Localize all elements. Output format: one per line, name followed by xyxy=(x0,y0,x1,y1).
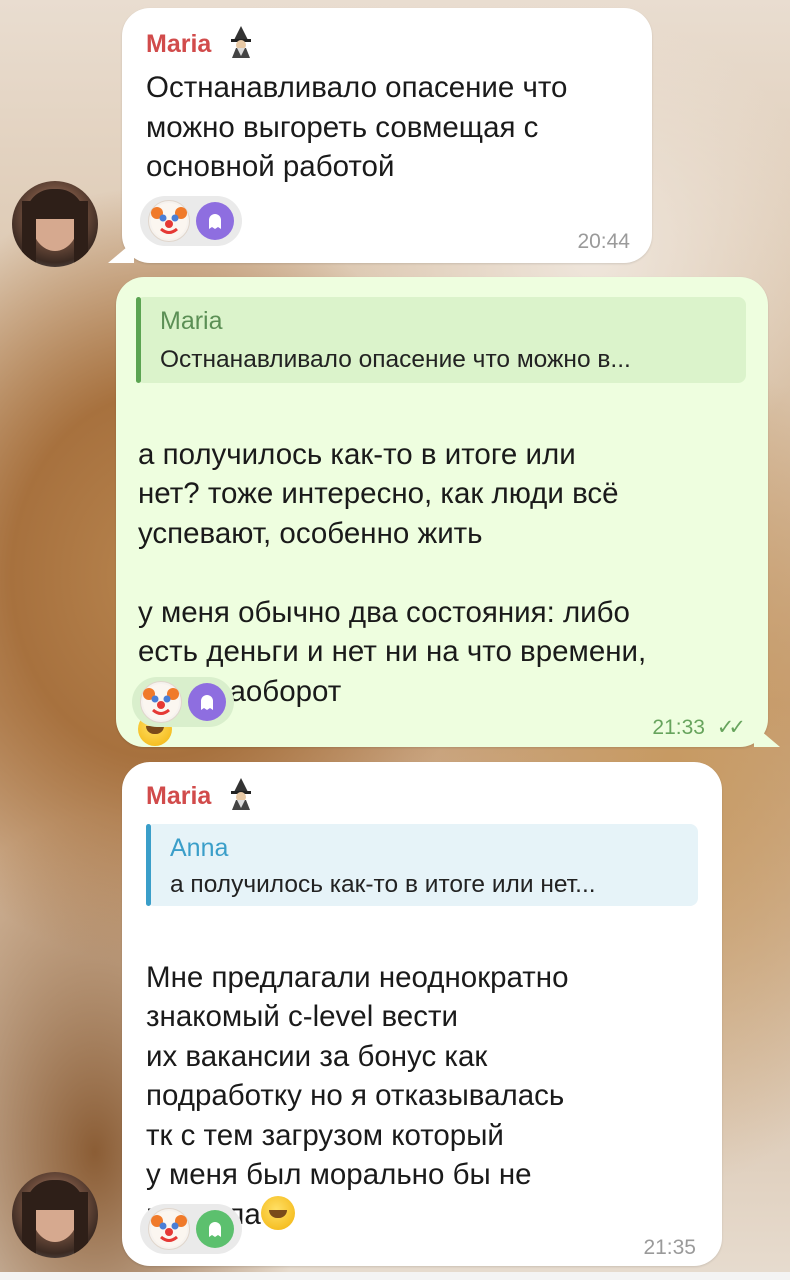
message-text: Остнанавливало опасение что можно выгоре… xyxy=(146,71,568,183)
wizard-icon xyxy=(226,778,256,810)
ghost-reaction-icon[interactable] xyxy=(188,683,226,721)
message-time: 20:44 xyxy=(577,230,630,253)
clown-reaction-icon[interactable] xyxy=(148,1208,190,1250)
sender-name: Maria xyxy=(146,26,256,59)
next-message-edge xyxy=(0,1272,790,1280)
message-bubble[interactable]: Maria Anna а получилось как-то в итоге и… xyxy=(122,762,722,1266)
reactions-bar[interactable] xyxy=(140,1204,242,1254)
ghost-reaction-icon[interactable] xyxy=(196,202,234,240)
avatar[interactable] xyxy=(12,1172,98,1258)
woozy-face-emoji xyxy=(260,1195,295,1230)
reply-sender: Maria xyxy=(160,307,223,335)
sender-name: Maria xyxy=(146,778,256,811)
bubble-tail xyxy=(108,241,134,263)
reactions-bar[interactable] xyxy=(132,677,234,727)
reactions-bar[interactable] xyxy=(140,196,242,246)
ghost-reaction-icon[interactable] xyxy=(196,1210,234,1248)
wizard-icon xyxy=(226,26,256,58)
reply-quote[interactable]: Maria Остнанавливало опасение что можно … xyxy=(136,297,746,383)
message-text: Мне предлагали неоднократно знакомый c-l… xyxy=(146,918,706,1234)
clown-reaction-icon[interactable] xyxy=(140,681,182,723)
reply-quote[interactable]: Anna а получилось как-то в итоге или нет… xyxy=(146,824,698,906)
message-time: 21:35 xyxy=(643,1236,696,1259)
reply-text: а получилось как-то в итоге или нет... xyxy=(170,871,596,898)
message-time: 21:33 ✓✓ xyxy=(652,716,746,739)
reply-text: Остнанавливало опасение что можно в... xyxy=(160,346,631,373)
clown-reaction-icon[interactable] xyxy=(148,200,190,242)
double-check-icon: ✓✓ xyxy=(716,716,746,739)
reply-sender: Anna xyxy=(170,834,229,862)
message-bubble-outgoing[interactable]: Maria Остнанавливало опасение что можно … xyxy=(116,277,768,747)
message-bubble[interactable]: Maria Остнанавливало опасение что можно … xyxy=(122,8,652,263)
avatar[interactable] xyxy=(12,181,98,267)
